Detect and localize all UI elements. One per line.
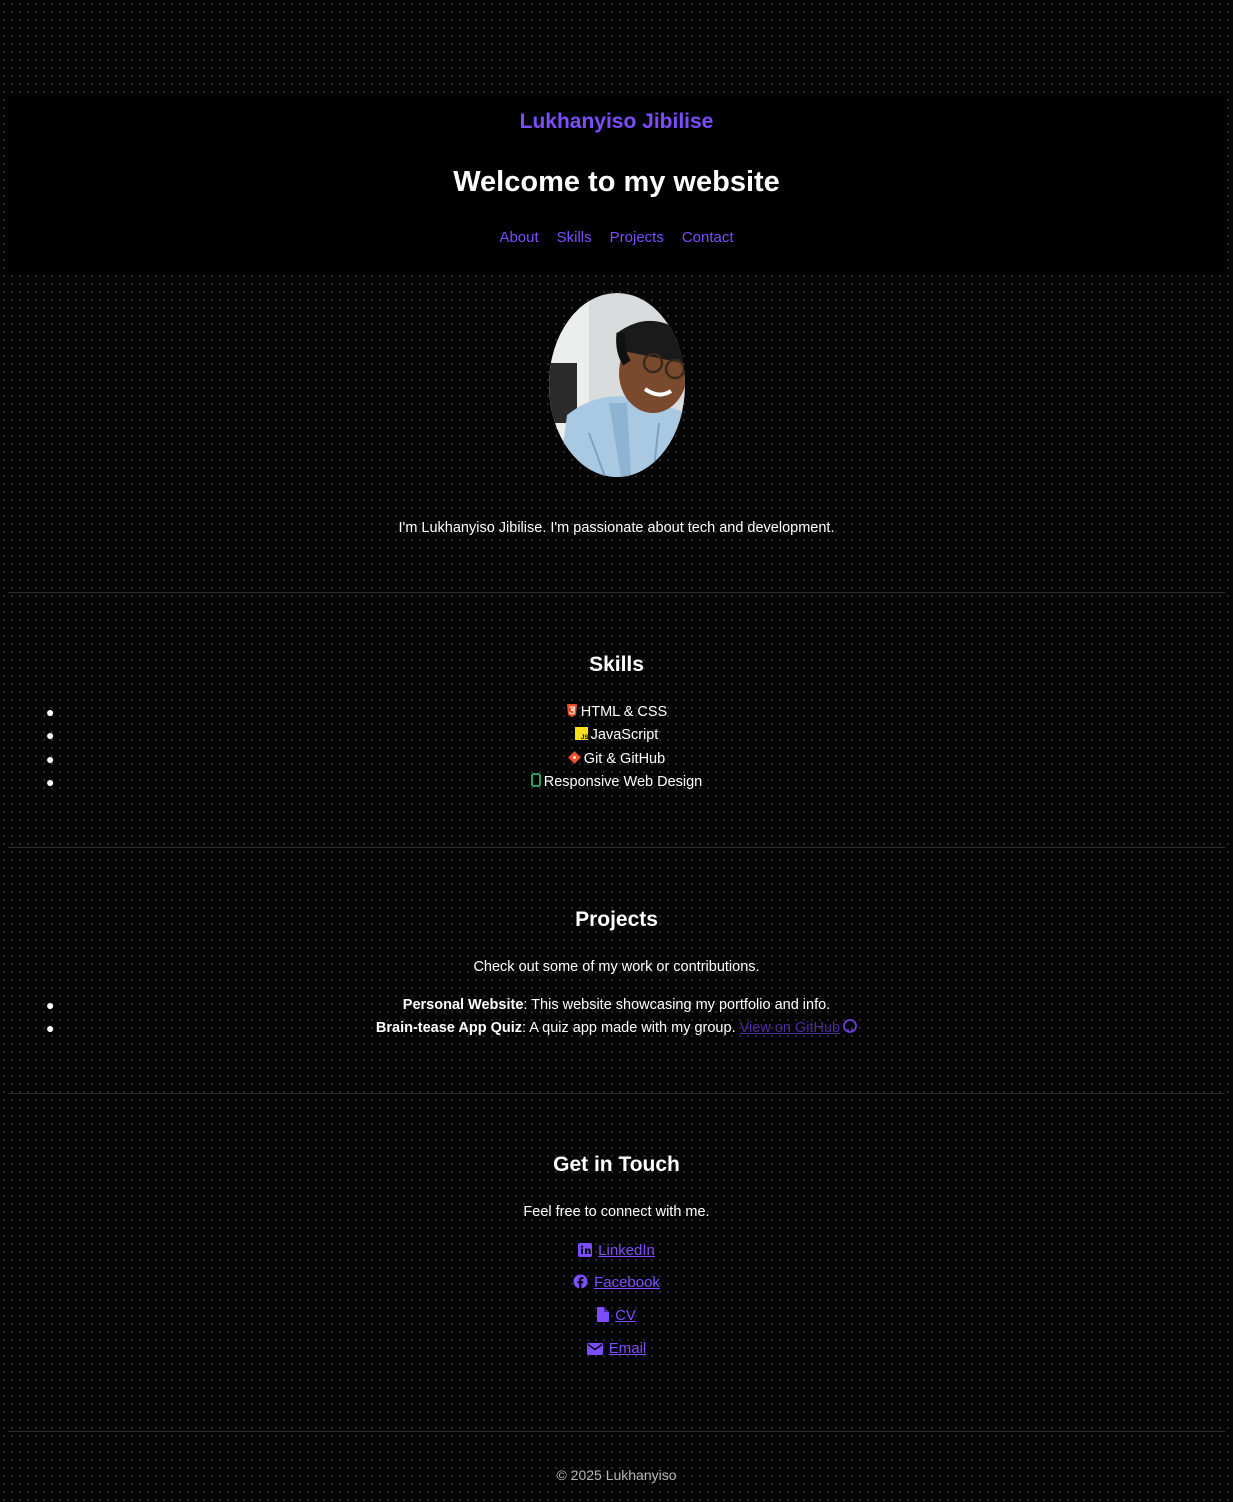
mobile-icon: [530, 772, 541, 795]
nav-link-skills[interactable]: Skills: [557, 229, 592, 246]
contact-link-facebook-row: Facebook: [0, 1274, 1233, 1291]
contact-subtitle: Feel free to connect with me.: [523, 1204, 710, 1220]
intro-text: I'm Lukhanyiso Jibilise. I'm passionate …: [398, 520, 835, 536]
profile-photo: [549, 293, 685, 477]
skill-label: JavaScript: [590, 727, 659, 744]
welcome-heading: Welcome to my website: [453, 166, 780, 198]
skills-heading: Skills: [589, 653, 644, 676]
skill-item: ● HTML & CSS: [0, 701, 1233, 724]
projects-heading: Projects: [575, 908, 658, 931]
project-description: : A quiz app made with my group.: [522, 1020, 736, 1037]
envelope-icon: [586, 1343, 603, 1355]
skill-item: ● JS JavaScript: [0, 724, 1233, 747]
git-icon: [567, 749, 581, 772]
javascript-icon: JS: [574, 725, 588, 748]
nav-link-contact[interactable]: Contact: [682, 229, 734, 246]
site-header: Lukhanyiso Jibilise Welcome to my websit…: [8, 96, 1225, 274]
project-item: ● Personal Website: This website showcas…: [46, 997, 831, 1013]
project-description: : This website showcasing my portfolio a…: [523, 997, 831, 1013]
skill-label: HTML & CSS: [580, 704, 668, 720]
contact-link-email-row: Email: [0, 1340, 1233, 1357]
projects-list: ● Personal Website: This website showcas…: [0, 994, 1233, 1041]
section-divider: [8, 847, 1225, 848]
project-name: Personal Website: [402, 997, 524, 1013]
html5-icon: [566, 702, 578, 725]
project-name: Brain-tease App Quiz: [375, 1020, 522, 1037]
email-link[interactable]: Email: [586, 1340, 646, 1357]
file-icon: [597, 1307, 610, 1322]
linkedin-icon: [578, 1243, 593, 1257]
main-nav: About Skills Projects Contact: [8, 229, 1225, 246]
skills-list: ● HTML & CSS ● JS JavaScript ● Git & Git…: [0, 701, 1233, 795]
project-item: ● Brain-tease App Quiz: A quiz app made …: [0, 1017, 1233, 1040]
skill-item: ● Git & GitHub: [0, 748, 1233, 771]
nav-link-about[interactable]: About: [499, 229, 538, 246]
contact-link-linkedin-row: LinkedIn: [0, 1242, 1233, 1259]
nav-link-projects[interactable]: Projects: [610, 229, 664, 246]
site-name: Lukhanyiso Jibilise: [519, 110, 714, 133]
skill-label: Responsive Web Design: [543, 774, 703, 791]
projects-subtitle: Check out some of my work or contributio…: [473, 959, 760, 975]
github-link[interactable]: View on GitHub: [740, 1019, 858, 1036]
contact-link-cv-row: CV: [0, 1307, 1233, 1324]
github-icon: [843, 1018, 858, 1041]
section-divider: [8, 1431, 1225, 1432]
skill-item: ● Responsive Web Design: [0, 771, 1233, 794]
section-divider: [8, 1093, 1225, 1094]
section-divider: [8, 592, 1225, 593]
contact-heading: Get in Touch: [553, 1153, 680, 1176]
cv-link[interactable]: CV: [597, 1307, 636, 1324]
facebook-icon: [573, 1274, 588, 1289]
site-footer: © 2025 Lukhanyiso: [556, 1467, 677, 1483]
svg-text:JS: JS: [581, 735, 588, 740]
skill-label: Git & GitHub: [583, 750, 666, 767]
linkedin-link[interactable]: LinkedIn: [578, 1242, 655, 1259]
facebook-link[interactable]: Facebook: [573, 1274, 660, 1291]
